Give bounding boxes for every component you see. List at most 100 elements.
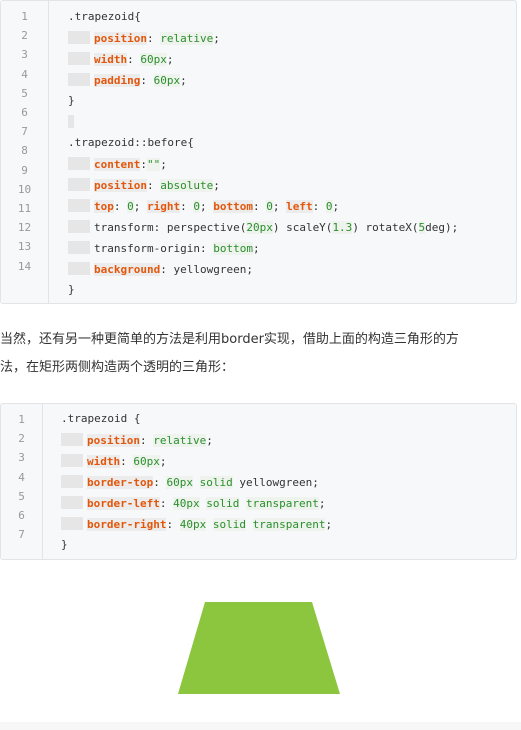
css-value: relative [160,32,214,45]
line-number: 1 [21,10,28,23]
line-number: 12 [17,221,32,235]
code-line: border-left: 40px solid transparent; [61,496,325,510]
code-text: ) rotateX( [352,221,419,234]
line-number: 6 [18,509,25,522]
code-text: : yellowgreen; [160,263,253,276]
code-text: : [127,53,141,66]
code-text: : [113,200,128,213]
code-text: ; [332,200,340,213]
indent-marker [68,157,90,170]
code-text: ; [200,200,214,213]
css-property: padding [94,74,141,87]
code-line: .trapezoid { [61,412,140,425]
paragraph-line-2: 法，在矩形两侧构造两个透明的三角形： [0,360,235,375]
code-text: ) scaleY( [272,221,333,234]
indent-marker [68,241,90,254]
code-text: ; [206,434,213,447]
css-value: 0 [127,200,134,213]
code-text: ; [213,179,220,192]
css-value: 1.3 [332,221,353,234]
css-value: 40px [173,497,200,510]
css-property: content [94,158,141,171]
indent-marker [61,454,83,467]
css-value: solid [199,476,233,489]
line-number: 3 [18,451,25,465]
css-property: border-left [87,497,160,510]
css-property: background [94,263,161,276]
code-text: : [153,476,167,489]
line-number: 13 [17,240,32,254]
code-text: ; [213,32,220,45]
indent-marker [68,178,90,191]
line-number-gutter: 1 2 3 4 5 6 7 8 9 10 11 12 13 14 [1,1,49,303]
line-number: 3 [21,48,28,62]
trapezoid-shape [178,602,340,694]
indent-marker [68,31,90,44]
code-text: ; [159,455,167,468]
code-line: position: absolute; [68,178,220,192]
bottom-divider [0,722,521,730]
line-number: 1 [18,413,25,426]
code-line: width: 60px; [68,52,174,66]
code-text: : [166,518,180,531]
indent-marker [61,517,83,530]
css-value: transparent [252,518,326,531]
code-text: : [159,497,174,510]
css-value: solid [212,518,246,531]
code-text: ; [166,53,174,66]
code-line: transform: perspective(20px) scaleY(1.3)… [68,220,458,234]
css-value: 60px [133,455,160,468]
line-number: 7 [18,528,25,542]
line-number: 5 [18,489,25,503]
code-text: .trapezoid::before{ [68,136,194,149]
code-line: } [68,283,75,296]
code-text: : [120,455,134,468]
code-text: transform: perspective( [94,221,247,234]
line-number: 14 [17,259,32,273]
css-value: 60px [140,53,167,66]
css-value: relative [153,434,207,447]
css-value: 0 [193,200,200,213]
code-text: ; [252,242,260,255]
code-line: background: yellowgreen; [68,262,253,276]
whitespace-marker [68,115,74,128]
code-text: ; [325,518,333,531]
css-property: width [94,53,128,66]
code-line: } [61,538,68,551]
code-text: : [146,32,161,45]
code-text: : [139,434,154,447]
css-value: 0 [266,200,273,213]
indent-marker [68,73,90,86]
css-property: position [94,179,147,192]
line-number: 5 [21,86,28,100]
css-property: left [286,200,313,213]
code-text: } [61,538,68,551]
indent-marker [68,52,90,65]
css-property: bottom [213,200,253,213]
code-text: ; [272,200,287,213]
css-value: transparent [245,497,319,510]
code-line [68,115,74,129]
css-property: width [87,455,121,468]
code-line: width: 60px; [61,454,167,468]
code-text: ; [160,158,167,171]
code-text: : [140,158,147,171]
code-text: transform-origin: [94,242,214,255]
paragraph-line-1: 当然，还有另一种更简单的方法是利用border实现，借助上面的构造三角形的方 [0,332,459,347]
code-line: position: relative; [61,433,213,447]
css-value: 0 [325,200,333,213]
code-line: border-top: 60px solid yellowgreen; [61,475,319,489]
indent-marker [61,475,83,488]
code-block-2: 1234567 .trapezoid {position: relative; w… [0,403,517,560]
line-number: 4 [21,67,28,81]
css-value: absolute [160,179,214,192]
code-line: .trapezoid::before{ [68,136,194,149]
trapezoid-demo [0,590,521,700]
line-number: 6 [21,106,28,119]
code-text: : [146,179,161,192]
code-text: } [68,283,75,296]
code-line: } [68,94,75,107]
